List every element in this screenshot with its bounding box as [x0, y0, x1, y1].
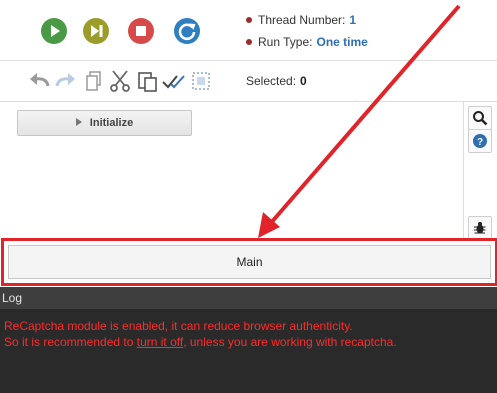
work-area: Initialize: [0, 102, 463, 238]
bullet-icon: [246, 39, 252, 45]
help-icon: ?: [473, 134, 487, 148]
play-small-icon: [75, 118, 82, 126]
bullet-icon: [246, 17, 252, 23]
side-panel: ?: [463, 102, 497, 242]
paste-icon: [138, 72, 157, 92]
stop-button[interactable]: [127, 17, 155, 45]
cut-icon: [110, 70, 130, 92]
thread-number-info: Thread Number: 1: [246, 13, 356, 27]
run-type-info: Run Type: One time: [246, 35, 368, 49]
play-button[interactable]: [40, 17, 68, 45]
redo-icon: [55, 73, 75, 87]
check-all-icon: [162, 75, 185, 89]
restart-icon: [174, 18, 200, 44]
selected-value: 0: [300, 74, 307, 88]
log-panel: ReCaptcha module is enabled, it can redu…: [0, 309, 497, 393]
paste-button[interactable]: [136, 69, 160, 93]
turn-off-link[interactable]: turn it off: [137, 335, 183, 349]
stop-icon: [128, 18, 154, 44]
step-forward-icon: [83, 18, 109, 44]
tab-main[interactable]: Main: [8, 245, 491, 279]
help-button[interactable]: ?: [468, 129, 492, 153]
search-icon: [473, 111, 488, 126]
check-all-button[interactable]: [162, 69, 186, 93]
svg-text:?: ?: [477, 137, 483, 148]
run-controls-bar: Thread Number: 1 Run Type: One time: [0, 0, 497, 61]
log-line: ReCaptcha module is enabled, it can redu…: [4, 319, 353, 333]
copy-icon: [86, 71, 101, 91]
log-title: Log: [2, 291, 23, 305]
log-text: So it is recommended to: [4, 335, 137, 349]
log-text: , unless you are working with recaptcha.: [183, 335, 397, 349]
initialize-label: Initialize: [89, 117, 134, 129]
run-type-value[interactable]: One time: [316, 35, 367, 49]
select-area-icon: [192, 72, 210, 90]
redo-button[interactable]: [54, 69, 78, 93]
run-type-label: Run Type:: [258, 35, 313, 49]
search-button[interactable]: [468, 106, 492, 130]
log-header: Log: [0, 287, 497, 309]
undo-icon: [30, 73, 50, 87]
undo-button[interactable]: [27, 69, 51, 93]
initialize-button[interactable]: Initialize: [17, 110, 192, 136]
thread-number-label: Thread Number:: [258, 13, 346, 27]
bug-icon: [474, 222, 486, 234]
selected-label: Selected:: [246, 74, 297, 88]
edit-toolbar: Selected: 0: [0, 61, 497, 102]
cut-button[interactable]: [108, 69, 132, 93]
log-line: So it is recommended to turn it off, unl…: [4, 334, 497, 350]
main-tab-highlight: Main: [1, 238, 497, 286]
selected-count: Selected: 0: [246, 74, 307, 88]
select-area-button[interactable]: [190, 69, 214, 93]
copy-button[interactable]: [82, 69, 106, 93]
debug-button[interactable]: [468, 216, 492, 240]
play-icon: [41, 18, 67, 44]
thread-number-value[interactable]: 1: [349, 13, 356, 27]
restart-button[interactable]: [173, 17, 201, 45]
step-button[interactable]: [82, 17, 110, 45]
